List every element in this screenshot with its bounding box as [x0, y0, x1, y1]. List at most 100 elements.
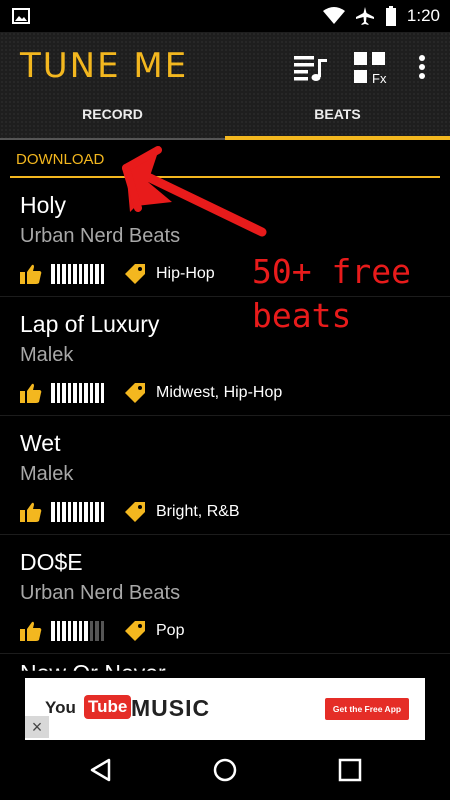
rating-bar [73, 383, 77, 403]
beat-meta: Bright, R&B [20, 501, 240, 523]
rating-bar [84, 621, 88, 641]
thumbs-up-icon [20, 502, 42, 522]
app-title: TUNE ME [20, 46, 189, 86]
rating-bar [67, 621, 71, 641]
tab-beats-label: BEATS [314, 106, 361, 122]
rating-bars [51, 501, 104, 523]
list-item[interactable]: Lap of Luxury Malek Midwest, Hip-Hop [0, 297, 450, 416]
fx-grid-icon[interactable]: Fx [352, 50, 388, 86]
beat-genre: Hip-Hop [156, 265, 215, 282]
beat-artist: Urban Nerd Beats [20, 225, 181, 247]
rating-bar [84, 264, 88, 284]
tab-record-label: RECORD [82, 106, 143, 122]
app-bar: TUNE ME Fx RECORD BEATS [0, 32, 450, 140]
airplane-icon [355, 7, 374, 25]
rating-bar [100, 264, 104, 284]
rating-bar [78, 621, 82, 641]
beat-meta: Midwest, Hip-Hop [20, 382, 282, 404]
beat-title: Lap of Luxury [20, 311, 160, 337]
ad-brand-you: You [45, 698, 76, 717]
battery-icon [385, 6, 396, 26]
back-icon[interactable] [88, 757, 114, 783]
rating-bar [89, 264, 93, 284]
ad-brand-tube: Tube [84, 695, 132, 719]
rating-bar [67, 502, 71, 522]
nav-bar [0, 740, 450, 800]
recents-icon[interactable] [337, 757, 363, 783]
rating-bar [100, 383, 104, 403]
rating-bar [73, 502, 77, 522]
rating-bar [89, 621, 93, 641]
beat-artist: Urban Nerd Beats [20, 582, 181, 604]
rating-bar [51, 621, 55, 641]
rating-bar [84, 383, 88, 403]
annotation-text-line2: beats [252, 296, 352, 335]
rating-bar [73, 264, 77, 284]
section-label: DOWNLOAD [16, 151, 105, 168]
rating-bar [51, 264, 55, 284]
beat-title: Wet [20, 430, 61, 456]
wifi-icon [322, 7, 345, 24]
svg-text:Fx: Fx [372, 71, 387, 86]
rating-bar [78, 383, 82, 403]
rating-bar [67, 383, 71, 403]
thumbs-up-icon [20, 264, 42, 284]
rating-bar [100, 502, 104, 522]
list-item[interactable]: DO$E Urban Nerd Beats Pop [0, 535, 450, 654]
tab-bar: RECORD BEATS [0, 102, 450, 140]
rating-bar [84, 502, 88, 522]
section-header-download: DOWNLOAD [10, 140, 440, 178]
tag-icon [125, 621, 145, 641]
rating-bar [51, 383, 55, 403]
rating-bars [51, 382, 104, 404]
home-icon[interactable] [212, 757, 238, 783]
rating-bar [56, 502, 60, 522]
rating-bar [62, 502, 66, 522]
rating-bar [62, 383, 66, 403]
beat-genre: Midwest, Hip-Hop [156, 384, 283, 401]
ad-banner[interactable]: You Tube MUSIC Get the Free App [25, 678, 425, 740]
more-vert-icon[interactable] [408, 50, 436, 86]
list-item[interactable]: Wet Malek Bright, R&B [0, 416, 450, 535]
rating-bar [56, 383, 60, 403]
rating-bar [62, 621, 66, 641]
beat-artist: Malek [20, 463, 74, 485]
thumbs-up-icon [20, 383, 42, 403]
status-time: 1:20 [406, 6, 440, 25]
rating-bar [89, 383, 93, 403]
annotation-text-line1: 50+ free [252, 252, 411, 291]
tag-icon [125, 383, 145, 403]
image-icon [12, 8, 30, 24]
tab-record[interactable]: RECORD [0, 102, 225, 140]
ad-cta-button[interactable]: Get the Free App [325, 698, 409, 720]
tag-icon [125, 502, 145, 522]
rating-bar [51, 502, 55, 522]
tag-icon [125, 264, 145, 284]
rating-bar [67, 264, 71, 284]
beat-genre: Bright, R&B [156, 503, 240, 520]
rating-bar [100, 621, 104, 641]
rating-bars [51, 263, 104, 285]
rating-bar [62, 264, 66, 284]
beat-list: Holy Urban Nerd Beats Hip-Hop Lap of Lux… [0, 178, 450, 654]
ad-close-button[interactable]: × [25, 716, 49, 738]
playlist-icon[interactable] [293, 50, 329, 86]
beat-title: Holy [20, 192, 67, 218]
rating-bar [56, 621, 60, 641]
status-bar: 1:20 [0, 0, 450, 32]
beat-meta: Hip-Hop [20, 263, 215, 285]
rating-bars [51, 620, 104, 642]
rating-bar [78, 264, 82, 284]
tab-beats[interactable]: BEATS [225, 102, 450, 140]
ad-brand-music: MUSIC [131, 695, 211, 721]
rating-bar [95, 383, 99, 403]
rating-bar [95, 502, 99, 522]
rating-bar [56, 264, 60, 284]
rating-bar [73, 621, 77, 641]
rating-bar [89, 502, 93, 522]
beat-meta: Pop [20, 620, 184, 642]
thumbs-up-icon [20, 621, 42, 641]
rating-bar [95, 264, 99, 284]
rating-bar [78, 502, 82, 522]
beat-artist: Malek [20, 344, 74, 366]
